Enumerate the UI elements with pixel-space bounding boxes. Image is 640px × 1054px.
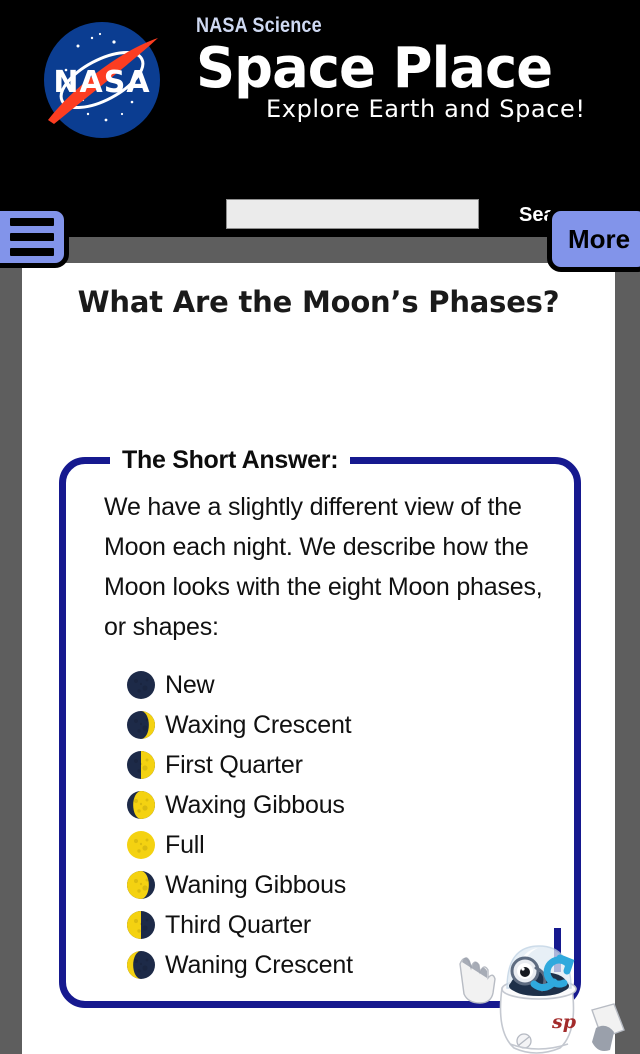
moon-phase-label: Waning Gibbous <box>165 871 347 899</box>
short-answer-paragraph: We have a slightly different view of the… <box>104 493 543 641</box>
brand-block[interactable]: NASA Science Space Place Explore Earth a… <box>196 14 606 122</box>
search-input[interactable] <box>226 199 479 229</box>
moon-phase-item: Full <box>126 825 548 865</box>
nasa-logo[interactable]: NASA <box>36 14 168 146</box>
moon-phase-label: First Quarter <box>165 751 303 779</box>
robot-left-glove-icon <box>459 957 496 1004</box>
moon-phase-item: Waxing Crescent <box>126 705 548 745</box>
nasa-insignia-icon: NASA <box>44 22 160 138</box>
svg-text:NASA: NASA <box>53 65 150 100</box>
moon-full-icon <box>127 831 155 859</box>
nav-gray-bar <box>86 237 552 263</box>
space-place-wordmark: Space Place <box>196 36 553 101</box>
more-button[interactable]: More <box>547 206 640 272</box>
moon-phase-label: Waxing Gibbous <box>165 791 345 819</box>
moon-phase-item: Waxing Gibbous <box>126 785 548 825</box>
moon-new-icon <box>127 671 155 699</box>
hamburger-icon-bar <box>9 218 54 226</box>
moon-waning-gibbous-icon <box>127 871 155 899</box>
page-title: What Are the Moon’s Phases? <box>77 285 560 319</box>
hamburger-icon-bar <box>9 233 54 241</box>
moon-phase-label: Waxing Crescent <box>165 711 352 739</box>
more-button-label: More <box>567 223 631 254</box>
page-root: NASA NASA Science Space Place Explore Ea… <box>0 0 640 1054</box>
moon-phase-label: Full <box>165 831 205 859</box>
short-answer-box: The Short Answer: We have a slightly dif… <box>59 446 581 1008</box>
nasa-science-eyebrow: NASA Science <box>196 14 322 37</box>
search-row: Sea <box>0 199 640 237</box>
space-place-robot-mascot: sp <box>446 928 636 1054</box>
short-answer-body: We have a slightly different view of the… <box>66 475 574 985</box>
moon-phase-label: New <box>165 671 215 699</box>
moon-waxing-gibbous-icon <box>127 791 155 819</box>
robot-icon: sp <box>459 928 625 1054</box>
moon-third-quarter-icon <box>127 911 155 939</box>
hamburger-icon-bar <box>9 248 54 256</box>
moon-first-quarter-icon <box>127 751 155 779</box>
moon-phase-item: First Quarter <box>126 745 548 785</box>
robot-sp-badge: sp <box>551 1011 577 1033</box>
moon-waning-crescent-icon <box>127 951 155 979</box>
moon-waxing-crescent-icon <box>127 711 155 739</box>
robot-right-glove-icon <box>591 1003 625 1051</box>
moon-phase-item: New <box>126 665 548 705</box>
moon-phase-item: Waning Gibbous <box>126 865 548 905</box>
short-answer-legend: The Short Answer: <box>122 446 339 474</box>
moon-phase-label: Third Quarter <box>165 911 312 939</box>
moon-phase-label: Waning Crescent <box>165 951 353 979</box>
menu-button[interactable] <box>0 206 69 268</box>
